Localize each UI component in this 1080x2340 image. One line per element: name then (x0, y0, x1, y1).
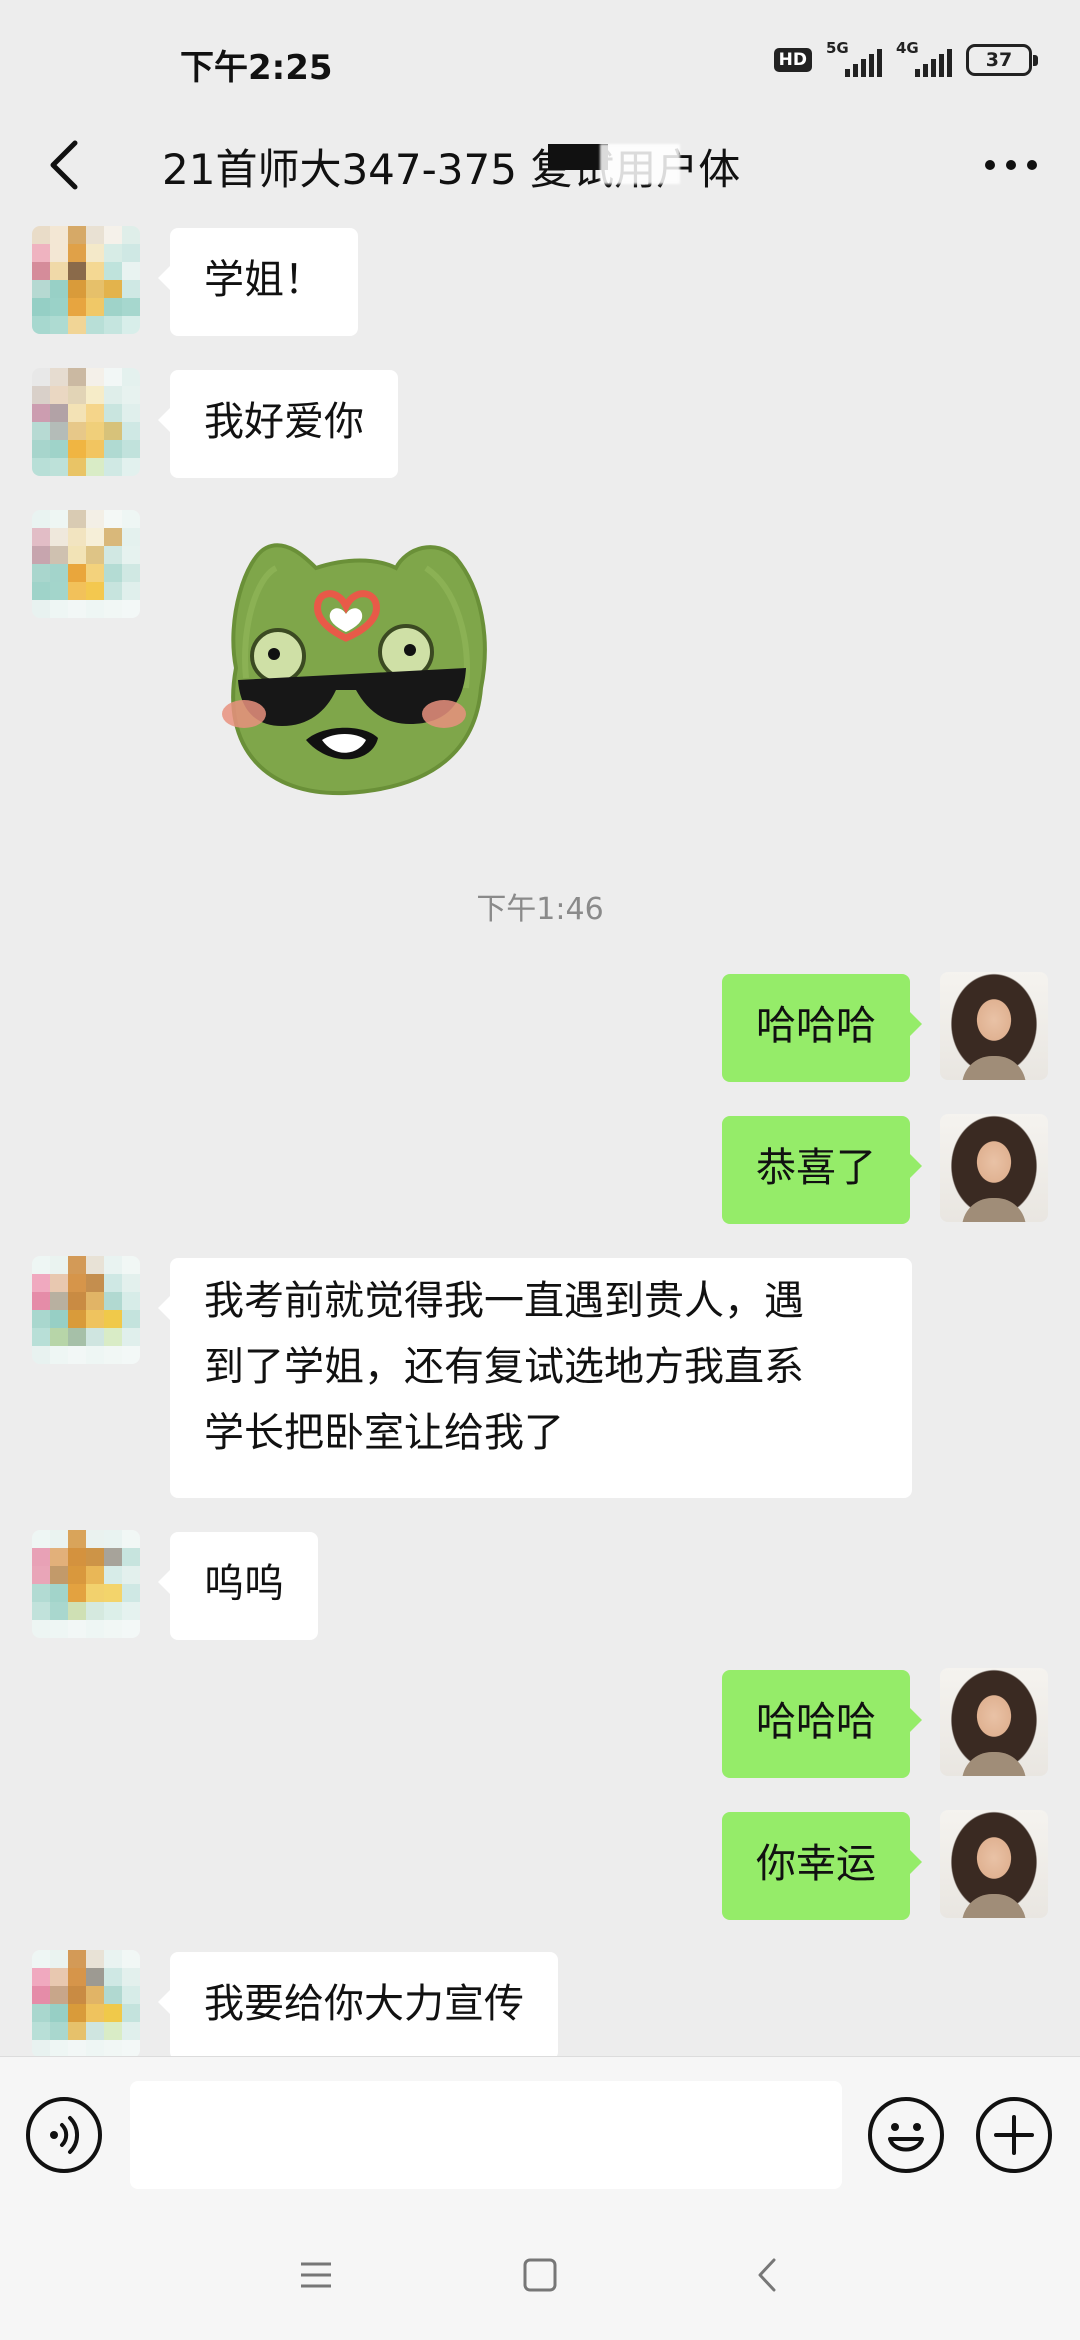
message-bubble[interactable]: 我好爱你 (158, 370, 398, 478)
message-outgoing: 你幸运 (0, 1810, 1080, 1920)
avatar[interactable] (940, 972, 1048, 1080)
battery-icon: 37 (966, 44, 1038, 76)
message-bubble[interactable]: 你幸运 (722, 1812, 922, 1920)
emoji-icon (888, 2123, 924, 2152)
back-button[interactable] (30, 130, 100, 200)
status-icons: HD 5G 4G 37 (773, 39, 1038, 80)
message-bubble[interactable]: 学姐！ (158, 228, 358, 336)
chevron-left-icon (50, 140, 78, 190)
pixelated-avatar (32, 368, 140, 476)
message-bubble[interactable]: 哈哈哈 (722, 974, 922, 1082)
avatar[interactable] (32, 226, 140, 334)
message-incoming: 学姐！ (0, 226, 1080, 336)
avatar[interactable] (940, 1668, 1048, 1776)
message-outgoing: 哈哈哈 (0, 972, 1080, 1082)
system-back-button[interactable] (738, 2250, 798, 2300)
pixelated-avatar (32, 510, 140, 618)
avatar[interactable] (940, 1114, 1048, 1222)
message-line: 学长把卧室让给我了 (204, 1410, 564, 1456)
avatar[interactable] (32, 368, 140, 476)
signal-4g-icon: 4G (896, 39, 952, 79)
system-menu-button[interactable] (286, 2250, 346, 2300)
hd-badge: HD (773, 48, 812, 72)
voice-button[interactable] (26, 2097, 102, 2173)
pixelated-avatar (32, 1530, 140, 1638)
message-bubble[interactable]: 恭喜了 (722, 1116, 922, 1224)
message-line: 到了学姐，还有复试选地方我直系 (204, 1344, 804, 1390)
status-bar: 下午2:25 HD 5G 4G 37 (0, 0, 1080, 120)
message-incoming-sticker (0, 510, 1080, 850)
battery-level: 37 (985, 49, 1013, 71)
pixelated-avatar (32, 1950, 140, 2056)
message-outgoing: 哈哈哈 (0, 1668, 1080, 1778)
message-bubble[interactable]: 呜呜 (158, 1532, 318, 1640)
avatar[interactable] (32, 1950, 140, 2056)
message-outgoing: 恭喜了 (0, 1114, 1080, 1224)
input-bar (0, 2056, 1080, 2210)
message-incoming: 我好爱你 (0, 368, 1080, 478)
timestamp: 下午1:46 (476, 892, 604, 927)
signal-5g-icon: 5G (826, 39, 882, 79)
chat-header: 21首师大347-375 复试用户体 (0, 110, 1080, 220)
menu-icon (301, 2262, 331, 2288)
message-list[interactable]: 学姐！ 我好爱你 下午1:46 哈哈哈 恭喜了 我考前就觉得我一直遇到贵人，遇 … (0, 220, 1080, 2056)
more-functions-button[interactable] (976, 2097, 1052, 2173)
frog-sunglasses-sticker[interactable] (196, 518, 496, 818)
message-line: 我考前就觉得我一直遇到贵人，遇 (204, 1278, 804, 1324)
emoji-button[interactable] (868, 2097, 944, 2173)
pixelated-avatar (32, 1256, 140, 1364)
more-button[interactable] (976, 132, 1046, 198)
avatar[interactable] (940, 1810, 1048, 1918)
message-incoming: 我考前就觉得我一直遇到贵人，遇 到了学姐，还有复试选地方我直系 学长把卧室让给我… (0, 1256, 1080, 1498)
message-bubble[interactable]: 我要给你大力宣传 (158, 1952, 558, 2056)
status-time: 下午2:25 (180, 48, 333, 88)
avatar[interactable] (32, 1256, 140, 1364)
pixelated-avatar (32, 226, 140, 334)
message-incoming: 我要给你大力宣传 (0, 1950, 1080, 2056)
redaction-mark (600, 144, 680, 184)
message-input[interactable] (130, 2081, 842, 2189)
plus-icon (994, 2115, 1034, 2155)
back-icon (758, 2258, 776, 2292)
message-incoming: 呜呜 (0, 1530, 1080, 1640)
message-bubble[interactable]: 我考前就觉得我一直遇到贵人，遇 到了学姐，还有复试选地方我直系 学长把卧室让给我… (158, 1258, 912, 1498)
avatar[interactable] (32, 510, 140, 618)
system-navigation-bar (0, 2210, 1080, 2340)
more-dots-icon (985, 160, 1037, 170)
message-bubble[interactable]: 哈哈哈 (722, 1670, 922, 1778)
home-icon (523, 2258, 557, 2292)
redaction-mark (548, 144, 608, 170)
avatar[interactable] (32, 1530, 140, 1638)
system-home-button[interactable] (510, 2250, 570, 2300)
voice-icon (50, 2116, 80, 2154)
